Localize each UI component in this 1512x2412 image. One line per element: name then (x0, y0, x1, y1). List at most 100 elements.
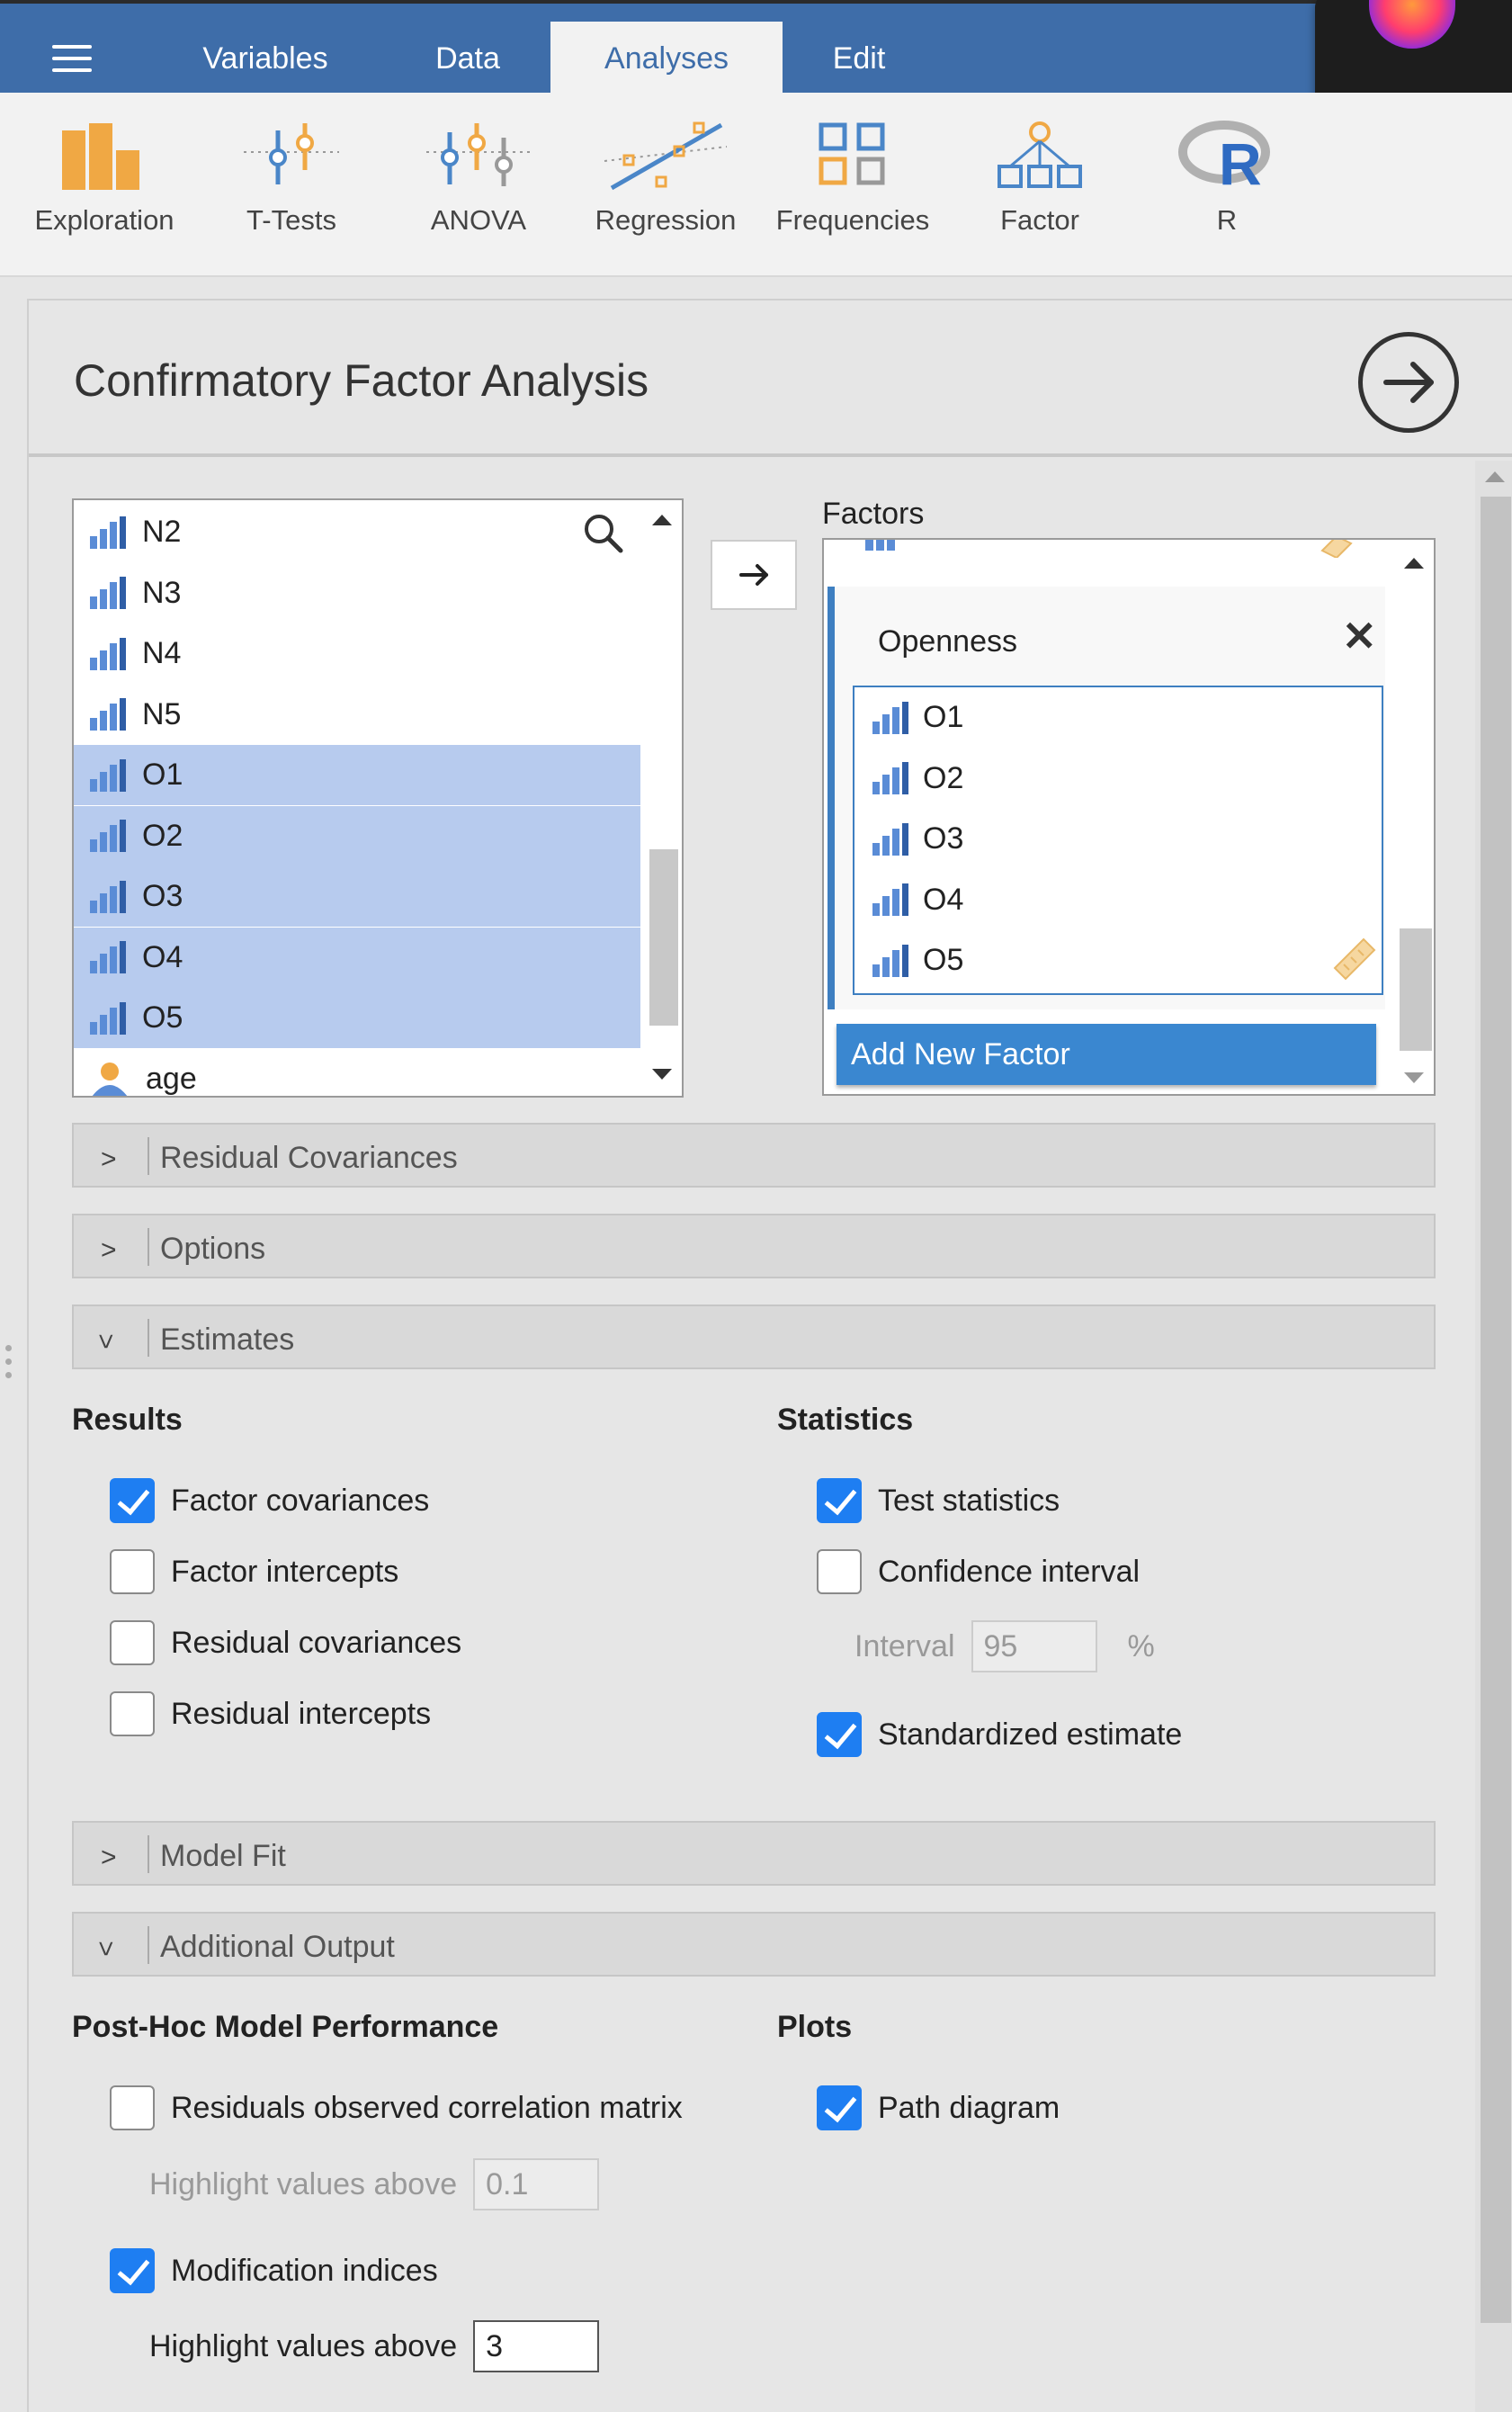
variable-label: N5 (142, 696, 182, 731)
panel-resize-handle-icon[interactable] (5, 1345, 13, 1381)
estimates-section[interactable]: > Estimates (72, 1305, 1436, 1369)
residual-covariances-checkbox-row[interactable]: Residual covariances (110, 1618, 461, 1668)
modification-indices-checkbox-row[interactable]: Modification indices (110, 2246, 438, 2296)
additional-output-section[interactable]: > Additional Output (72, 1912, 1436, 1977)
path-diagram-checkbox[interactable] (817, 2085, 862, 2130)
factors-scroll-down-icon[interactable] (1404, 1072, 1424, 1083)
confidence-interval-checkbox-row[interactable]: Confidence interval (817, 1547, 1140, 1597)
ruler-handle-icon[interactable] (1319, 538, 1355, 558)
factors-list-scrollbar-thumb[interactable] (1400, 928, 1432, 1051)
tab-data[interactable]: Data (378, 22, 558, 96)
interval-field-row: Interval 95 % (854, 1619, 1155, 1673)
residual-intercepts-checkbox-row[interactable]: Residual intercepts (110, 1689, 431, 1739)
chevron-right-icon: > (101, 1144, 117, 1174)
variable-list-item[interactable]: N5 (74, 685, 640, 745)
factor-variable-item[interactable]: O3 (854, 809, 963, 869)
variable-label: O2 (142, 818, 183, 853)
variable-list-item[interactable]: N3 (74, 563, 640, 623)
chevron-down-icon: > (90, 1333, 121, 1349)
factor-name[interactable]: Openness (878, 624, 1017, 659)
residual-covariances-checkbox[interactable] (110, 1620, 155, 1665)
frequencies-icon (819, 122, 885, 185)
confidence-interval-checkbox[interactable] (817, 1549, 862, 1594)
interval-input[interactable]: 95 (971, 1620, 1097, 1672)
add-new-factor-button[interactable]: Add New Factor (837, 1024, 1376, 1085)
variables-list-scrollbar[interactable] (642, 500, 682, 1096)
variable-list-item[interactable]: O2 (74, 805, 640, 866)
ruler-handle-icon[interactable] (1331, 936, 1378, 982)
tab-variables[interactable]: Variables (171, 22, 360, 96)
variable-label: O3 (142, 879, 183, 913)
ribbon-ttests-button[interactable]: T-Tests (201, 120, 381, 255)
search-icon[interactable] (583, 513, 624, 554)
ordinal-variable-icon (872, 762, 908, 794)
residuals-matrix-checkbox-row[interactable]: Residuals observed correlation matrix (110, 2083, 683, 2133)
ribbon-regression-button[interactable]: Regression (576, 120, 756, 255)
residuals-matrix-checkbox[interactable] (110, 2085, 155, 2130)
factor-intercepts-checkbox[interactable] (110, 1549, 155, 1594)
variable-list-item[interactable]: O4 (74, 927, 640, 988)
factor-intercepts-checkbox-row[interactable]: Factor intercepts (110, 1547, 398, 1597)
panel-scrollbar[interactable] (1475, 461, 1512, 2412)
tab-analyses[interactable]: Analyses (550, 22, 783, 96)
factor-variable-item[interactable]: O4 (854, 870, 963, 930)
analysis-options-panel: Confirmatory Factor Analysis N2 N3 N4 N5 O1 O… (27, 299, 1512, 2412)
factor-variable-label: O5 (923, 943, 964, 977)
variable-list-item[interactable]: age (74, 1049, 640, 1096)
ribbon-frequencies-button[interactable]: Frequencies (763, 120, 943, 255)
move-to-factor-button[interactable] (711, 540, 797, 610)
residual-covariances-section[interactable]: > Residual Covariances (72, 1123, 1436, 1188)
factor-covariances-checkbox-row[interactable]: Factor covariances (110, 1475, 429, 1526)
variable-list-item[interactable]: O3 (74, 866, 640, 927)
factor-covariances-checkbox[interactable] (110, 1478, 155, 1523)
panel-scrollbar-thumb[interactable] (1481, 497, 1511, 2323)
options-section[interactable]: > Options (72, 1214, 1436, 1278)
hamburger-menu-icon[interactable] (52, 45, 92, 72)
variable-label: O1 (142, 758, 183, 792)
factor-icon (998, 121, 1082, 188)
path-diagram-checkbox-row[interactable]: Path diagram (817, 2083, 1060, 2133)
list-scroll-down-icon[interactable] (652, 1069, 672, 1080)
modification-indices-checkbox[interactable] (110, 2248, 155, 2293)
residual-intercepts-checkbox[interactable] (110, 1691, 155, 1736)
variable-label: N4 (142, 636, 182, 670)
factors-list-scrollbar[interactable] (1394, 540, 1434, 1094)
ordinal-variable-icon (90, 758, 126, 792)
factors-list[interactable]: Openness ✕ O1 O2 O3 O4 O5 Add New Factor (822, 538, 1436, 1096)
factor-variable-label: O2 (923, 760, 964, 795)
variables-list-scrollbar-thumb[interactable] (649, 849, 678, 1026)
highlight-values-input-1[interactable]: 0.1 (473, 2158, 600, 2210)
variable-list-item[interactable]: O1 (74, 745, 640, 805)
ordinal-variable-icon (90, 1001, 126, 1035)
arrow-right-icon (739, 564, 768, 586)
standardized-estimate-checkbox[interactable] (817, 1712, 862, 1757)
ribbon-r-button[interactable]: R R (1137, 120, 1317, 255)
ribbon-factor-button[interactable]: Factor (950, 120, 1130, 255)
ribbon-anova-button[interactable]: ANOVA (389, 120, 568, 255)
test-statistics-checkbox[interactable] (817, 1478, 862, 1523)
remove-factor-close-icon[interactable]: ✕ (1342, 612, 1377, 660)
factors-scroll-up-icon[interactable] (1404, 558, 1424, 569)
plots-heading: Plots (777, 2010, 853, 2044)
available-variables-list[interactable]: N2 N3 N4 N5 O1 O2 O3 O4 O5 age (72, 498, 684, 1098)
highlight-values-input-2[interactable]: 3 (473, 2320, 600, 2372)
factor-variable-item[interactable]: O1 (854, 687, 963, 748)
go-to-results-button[interactable] (1358, 332, 1459, 433)
app-logo-icon (1369, 0, 1455, 49)
standardized-estimate-checkbox-row[interactable]: Standardized estimate (817, 1709, 1182, 1760)
list-scroll-up-icon[interactable] (652, 515, 672, 525)
tab-edit[interactable]: Edit (792, 22, 926, 96)
scroll-up-arrow-icon[interactable] (1485, 471, 1505, 482)
variable-list-item[interactable]: N4 (74, 623, 640, 684)
factor-variables-list[interactable]: O1 O2 O3 O4 O5 (853, 686, 1383, 995)
model-fit-section[interactable]: > Model Fit (72, 1821, 1436, 1886)
factor-variable-item[interactable]: O2 (854, 749, 963, 809)
test-statistics-checkbox-row[interactable]: Test statistics (817, 1475, 1060, 1526)
variable-list-item[interactable]: O5 (74, 988, 640, 1048)
results-heading: Results (72, 1403, 183, 1437)
ordinal-variable-icon (90, 880, 126, 913)
ribbon-exploration-button[interactable]: Exploration (14, 120, 194, 255)
factor-variable-label: O4 (923, 882, 964, 917)
variable-list-item[interactable]: N2 (74, 502, 640, 562)
factor-variable-item[interactable]: O5 (854, 930, 963, 991)
